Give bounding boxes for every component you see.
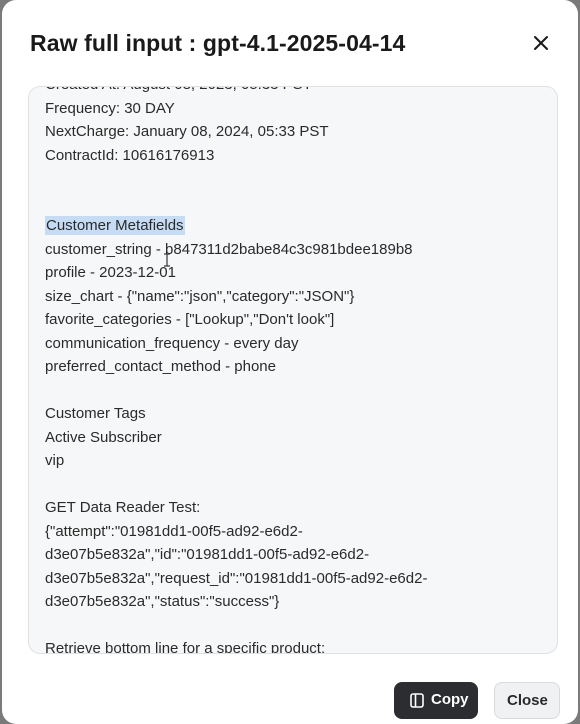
- copy-button[interactable]: Copy: [394, 682, 478, 719]
- content-line: communication_frequency - every day: [45, 334, 299, 352]
- content-line: [45, 614, 545, 638]
- close-button[interactable]: Close: [494, 682, 560, 719]
- content-line: d3e07b5e832a","id":"01981dd1-00f5-ad92-e…: [45, 546, 370, 563]
- content-line: Active Subscriber: [45, 428, 162, 446]
- modal-footer: Copy Close: [2, 654, 578, 724]
- modal-title: Raw full input : gpt-4.1-2025-04-14: [30, 30, 406, 56]
- content-line: Frequency: 30 DAY: [45, 99, 175, 117]
- copy-icon: [410, 693, 424, 708]
- close-icon[interactable]: [530, 32, 552, 54]
- content-line: d3e07b5e832a","status":"success"}: [45, 593, 280, 610]
- content-line: ContractId: 10616176913: [45, 146, 215, 164]
- content-line: favorite_categories - ["Lookup","Don't l…: [45, 311, 335, 328]
- content-line: {"attempt":"01981dd1-00f5-ad92-e6d2-: [45, 522, 303, 540]
- text-cursor-icon: [163, 253, 171, 267]
- content-line: vip: [45, 452, 65, 469]
- raw-input-text: Created At: August 08, 2023, 05:33 PST Fr…: [45, 87, 545, 654]
- content-line: GET Data Reader Test:: [45, 499, 201, 516]
- raw-input-content[interactable]: Created At: August 08, 2023, 05:33 PST Fr…: [28, 86, 558, 654]
- content-line: [45, 473, 545, 497]
- content-line: Customer Tags: [45, 405, 146, 422]
- content-line: [45, 379, 545, 403]
- close-button-label: Close: [507, 692, 548, 709]
- content-line: Retrieve bottom line for a specific prod…: [45, 640, 326, 654]
- content-line: [45, 167, 545, 191]
- content-line: d3e07b5e832a","request_id":"01981dd1-00f…: [45, 569, 428, 587]
- content-line: Customer Metafields: [45, 214, 545, 238]
- content-line: preferred_contact_method - phone: [45, 358, 276, 375]
- modal-header: Raw full input : gpt-4.1-2025-04-14: [2, 0, 578, 86]
- content-line: profile - 2023-12-01: [45, 264, 176, 281]
- content-line: NextCharge: January 08, 2024, 05:33 PST: [45, 123, 329, 140]
- content-line: customer_string - b847311d2babe84c3c981b…: [45, 240, 413, 258]
- content-line: size_chart - {"name":"json","category":"…: [45, 287, 355, 305]
- copy-button-label: Copy: [431, 691, 469, 708]
- raw-input-modal: Raw full input : gpt-4.1-2025-04-14 Crea…: [2, 0, 578, 724]
- content-line: [45, 191, 545, 215]
- selected-text: Customer Metafields: [45, 216, 185, 235]
- content-line: Created At: August 08, 2023, 05:33 PST: [45, 87, 545, 97]
